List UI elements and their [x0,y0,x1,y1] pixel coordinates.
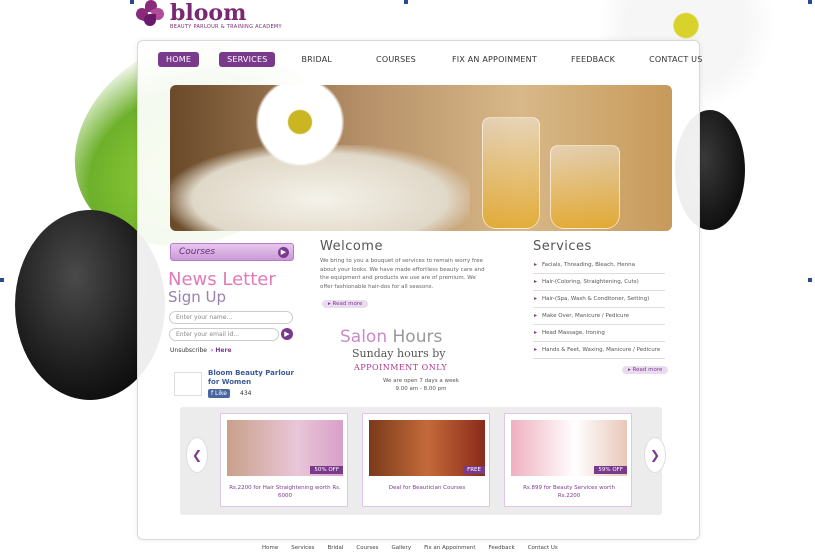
offer-card[interactable]: 50% OFF Rs.2200 for Hair Straightening w… [220,413,348,507]
unsubscribe-label: Unsubscribe [170,347,207,354]
welcome-text: We bring to you a bouquet of services to… [320,258,485,290]
offer-card[interactable]: 59% OFF Rs.899 for Beauty Services worth… [504,413,632,507]
oil-bottle-image [482,117,540,229]
nav-courses[interactable]: COURSES [368,52,424,67]
footer-link-appointment[interactable]: Fix an Appoinment [424,545,475,551]
footer-link-feedback[interactable]: Feedback [489,545,515,551]
footer-link-home[interactable]: Home [262,545,278,551]
list-item[interactable]: Hands & Feet, Waxing, Manicure / Pedicur… [533,342,665,359]
offer-badge: 59% OFF [594,466,627,474]
footer-link-bridal[interactable]: Bridal [327,545,343,551]
offer-image-beauty: 59% OFF [511,420,627,476]
logo[interactable]: bloom BEAUTY PARLOUR & TRAINING ACADEMY [134,0,282,30]
offer-image-hair: 50% OFF [227,420,343,476]
brand-tagline: BEAUTY PARLOUR & TRAINING ACADEMY [170,24,282,30]
facebook-like-count: 434 [240,390,252,397]
welcome-heading: Welcome [320,239,383,254]
footer-link-contact[interactable]: Contact Us [528,545,558,551]
hero-banner-image [170,85,672,231]
name-input[interactable]: Enter your name... [169,311,293,324]
footer-link-gallery[interactable]: Gallery [391,545,411,551]
corner-marker [808,0,812,4]
main-nav: HOME SERVICES BRIDAL COURSES FIX AN APPO… [158,49,702,69]
offer-caption: Rs.2200 for Hair Straightening worth Rs.… [229,485,341,499]
welcome-read-more-link[interactable]: ▸ Read more [322,300,369,308]
services-read-more-link[interactable]: ▸ Read more [622,366,669,374]
offer-card[interactable]: FREE Deal for Beautician Courses [362,413,490,507]
corner-marker [808,278,812,282]
courses-button[interactable]: Courses ▶ [170,243,294,261]
list-item[interactable]: Hair-(Coloring, Straightening, Cuts) [533,274,665,291]
corner-marker [130,0,134,4]
offer-badge: FREE [463,466,485,474]
sunday-hours-text: Sunday hours by [352,347,446,360]
list-item[interactable]: Make Over, Manicure / Pedicure [533,308,665,325]
slider-prev-arrow-icon[interactable]: ❮ [186,437,208,473]
unsubscribe-link[interactable]: › Here [211,347,232,354]
submit-arrow-button[interactable]: ▶ [281,328,293,340]
arrow-right-icon: ▶ [278,247,289,258]
list-item[interactable]: Facials, Threading, Bleach, Henna [533,257,665,274]
main-container: HOME SERVICES BRIDAL COURSES FIX AN APPO… [137,40,702,540]
opening-hours: We are open 7 days a week 9.00 am - 8.00… [383,378,459,392]
nav-services[interactable]: SERVICES [219,51,276,67]
facebook-page-thumbnail[interactable] [174,372,202,396]
list-item[interactable]: Head Massage, Ironing [533,325,665,342]
footer-links: Home Services Bridal Courses Gallery Fix… [262,545,571,551]
facebook-widget: Bloom Beauty Parlour for Women f Like 43… [174,369,304,403]
email-input[interactable]: Enter your email id... [169,328,279,341]
facebook-like-button[interactable]: f Like [208,389,230,398]
facebook-page-name[interactable]: Bloom Beauty Parlour for Women [208,369,304,387]
nav-feedback[interactable]: FEEDBACK [563,52,623,67]
list-item[interactable]: Hair-(Spa, Wash & Conditoner, Setting) [533,291,665,308]
appointment-only-text: APPOINMENT ONLY [354,363,448,372]
nav-home[interactable]: HOME [158,51,200,67]
corner-marker [0,278,4,282]
nav-contact[interactable]: CONTACT US [641,52,710,67]
newsletter-subtitle: Sign Up [168,288,226,306]
flower-logo-icon [134,0,166,30]
slider-next-arrow-icon[interactable]: ❯ [644,437,666,473]
offer-badge: 50% OFF [310,466,343,474]
offer-caption: Rs.899 for Beauty Services worth Rs.2200 [523,485,615,499]
nav-bridal[interactable]: BRIDAL [293,52,340,67]
unsubscribe-row: Unsubscribe › Here [170,347,232,354]
oil-bottle-image [550,145,620,229]
newsletter-title: News Letter [168,269,276,290]
services-heading: Services [533,239,592,254]
nav-appointment[interactable]: FIX AN APPOINMENT [444,52,545,67]
offer-image-henna: FREE [369,420,485,476]
salon-hours-title: Salon Hours [340,327,443,347]
offer-caption: Deal for Beautician Courses [388,485,466,491]
footer-link-courses[interactable]: Courses [356,545,378,551]
corner-marker [404,0,408,4]
services-list: Facials, Threading, Bleach, Henna Hair-(… [533,257,665,359]
courses-label: Courses [179,247,216,257]
brand-name: bloom [170,0,247,26]
footer-link-services[interactable]: Services [291,545,314,551]
